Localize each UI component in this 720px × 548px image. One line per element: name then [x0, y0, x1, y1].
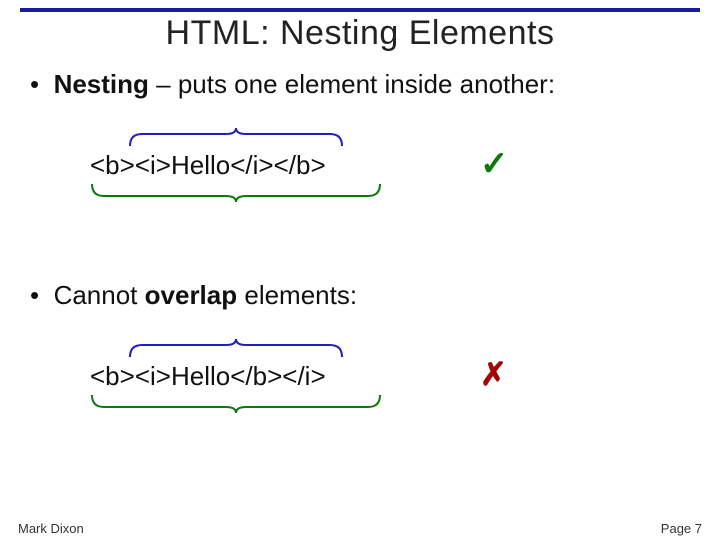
bullet-1-rest: – puts one element inside another:	[149, 69, 555, 99]
bracket-top-2	[126, 337, 346, 361]
bullet-2-bold: overlap	[145, 280, 238, 310]
bracket-top-1	[126, 126, 346, 150]
bullet-2-rest: elements:	[237, 280, 357, 310]
check-icon: ✓	[480, 144, 509, 184]
slide-content: • Nesting – puts one element inside anot…	[0, 53, 720, 421]
bullet-1: • Nesting – puts one element inside anot…	[30, 69, 690, 100]
cross-icon: ✗	[480, 355, 507, 393]
bracket-bottom-1	[86, 180, 386, 206]
example-2: <b><i>Hello</b></i> ✗	[90, 331, 690, 421]
example-1: <b><i>Hello</i></b> ✓	[90, 120, 690, 210]
footer-page: Page 7	[661, 521, 702, 536]
bracket-bottom-2	[86, 391, 386, 417]
title-bar: HTML: Nesting Elements	[20, 8, 700, 53]
footer-author: Mark Dixon	[18, 521, 84, 536]
bullet-2-prefix: Cannot	[54, 280, 145, 310]
code-example-2: <b><i>Hello</b></i>	[90, 361, 326, 392]
bullet-2: • Cannot overlap elements:	[30, 280, 690, 311]
bullet-1-bold: Nesting	[54, 69, 149, 99]
slide-title: HTML: Nesting Elements	[20, 14, 700, 53]
code-example-1: <b><i>Hello</i></b>	[90, 150, 326, 181]
